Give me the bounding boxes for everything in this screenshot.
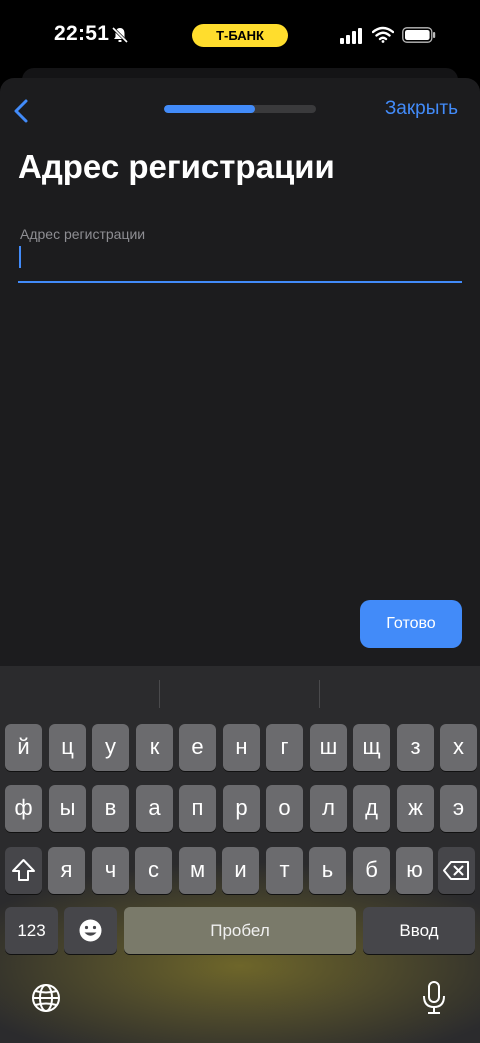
step-progress-bar <box>164 105 316 113</box>
key-й[interactable]: й <box>5 724 42 771</box>
return-key[interactable]: Ввод <box>363 907 475 954</box>
key-г[interactable]: г <box>266 724 303 771</box>
brand-badge[interactable]: Т-БАНК <box>192 24 288 47</box>
key-ю[interactable]: ю <box>396 847 433 894</box>
shift-icon <box>12 859 35 881</box>
key-щ[interactable]: щ <box>353 724 390 771</box>
space-key[interactable]: Пробел <box>124 907 356 954</box>
registration-address-sheet: Закрыть Адрес регистрации Адрес регистра… <box>0 78 480 668</box>
step-progress-fill <box>164 105 256 113</box>
backspace-icon <box>443 861 469 880</box>
text-caret <box>19 246 21 268</box>
key-о[interactable]: о <box>266 785 303 832</box>
key-з[interactable]: з <box>397 724 434 771</box>
key-т[interactable]: т <box>266 847 303 894</box>
key-п[interactable]: п <box>179 785 216 832</box>
emoji-key[interactable] <box>64 907 117 954</box>
battery-icon <box>402 27 436 48</box>
globe-icon[interactable] <box>30 982 62 1019</box>
key-э[interactable]: э <box>440 785 477 832</box>
keyboard: йцукенгшщзх фывапролджэ ячсмитьбю 123 Пр… <box>0 666 480 1043</box>
emoji-icon <box>79 919 102 942</box>
key-ф[interactable]: ф <box>5 785 42 832</box>
chevron-left-icon <box>14 99 28 123</box>
key-л[interactable]: л <box>310 785 347 832</box>
key-х[interactable]: х <box>440 724 477 771</box>
key-ц[interactable]: ц <box>49 724 86 771</box>
microphone-icon[interactable] <box>420 980 448 1021</box>
key-с[interactable]: с <box>135 847 172 894</box>
bell-muted-icon <box>111 26 129 49</box>
back-button[interactable] <box>10 96 36 126</box>
key-р[interactable]: р <box>223 785 260 832</box>
status-time: 22:51 <box>54 22 110 45</box>
status-bar: 22:51 Т-БАНК <box>0 0 480 72</box>
close-button[interactable]: Закрыть <box>385 98 458 120</box>
key-ж[interactable]: ж <box>397 785 434 832</box>
key-е[interactable]: е <box>179 724 216 771</box>
done-button[interactable]: Готово <box>360 600 462 648</box>
key-в[interactable]: в <box>92 785 129 832</box>
numbers-key[interactable]: 123 <box>5 907 58 954</box>
backspace-key[interactable] <box>438 847 475 894</box>
key-я[interactable]: я <box>48 847 85 894</box>
key-ч[interactable]: ч <box>92 847 129 894</box>
key-н[interactable]: н <box>223 724 260 771</box>
key-б[interactable]: б <box>353 847 390 894</box>
key-ш[interactable]: ш <box>310 724 347 771</box>
cellular-signal-icon <box>340 28 362 49</box>
key-д[interactable]: д <box>353 785 390 832</box>
address-field-label: Адрес регистрации <box>20 226 146 242</box>
key-ь[interactable]: ь <box>309 847 346 894</box>
key-к[interactable]: к <box>136 724 173 771</box>
suggestion-divider <box>319 680 320 708</box>
page-title: Адрес регистрации <box>18 148 335 185</box>
key-м[interactable]: м <box>179 847 216 894</box>
wifi-icon <box>371 26 395 48</box>
key-ы[interactable]: ы <box>49 785 86 832</box>
suggestion-divider <box>159 680 160 708</box>
key-и[interactable]: и <box>222 847 259 894</box>
address-input-underline <box>18 281 462 283</box>
key-у[interactable]: у <box>92 724 129 771</box>
shift-key[interactable] <box>5 847 42 894</box>
key-а[interactable]: а <box>136 785 173 832</box>
